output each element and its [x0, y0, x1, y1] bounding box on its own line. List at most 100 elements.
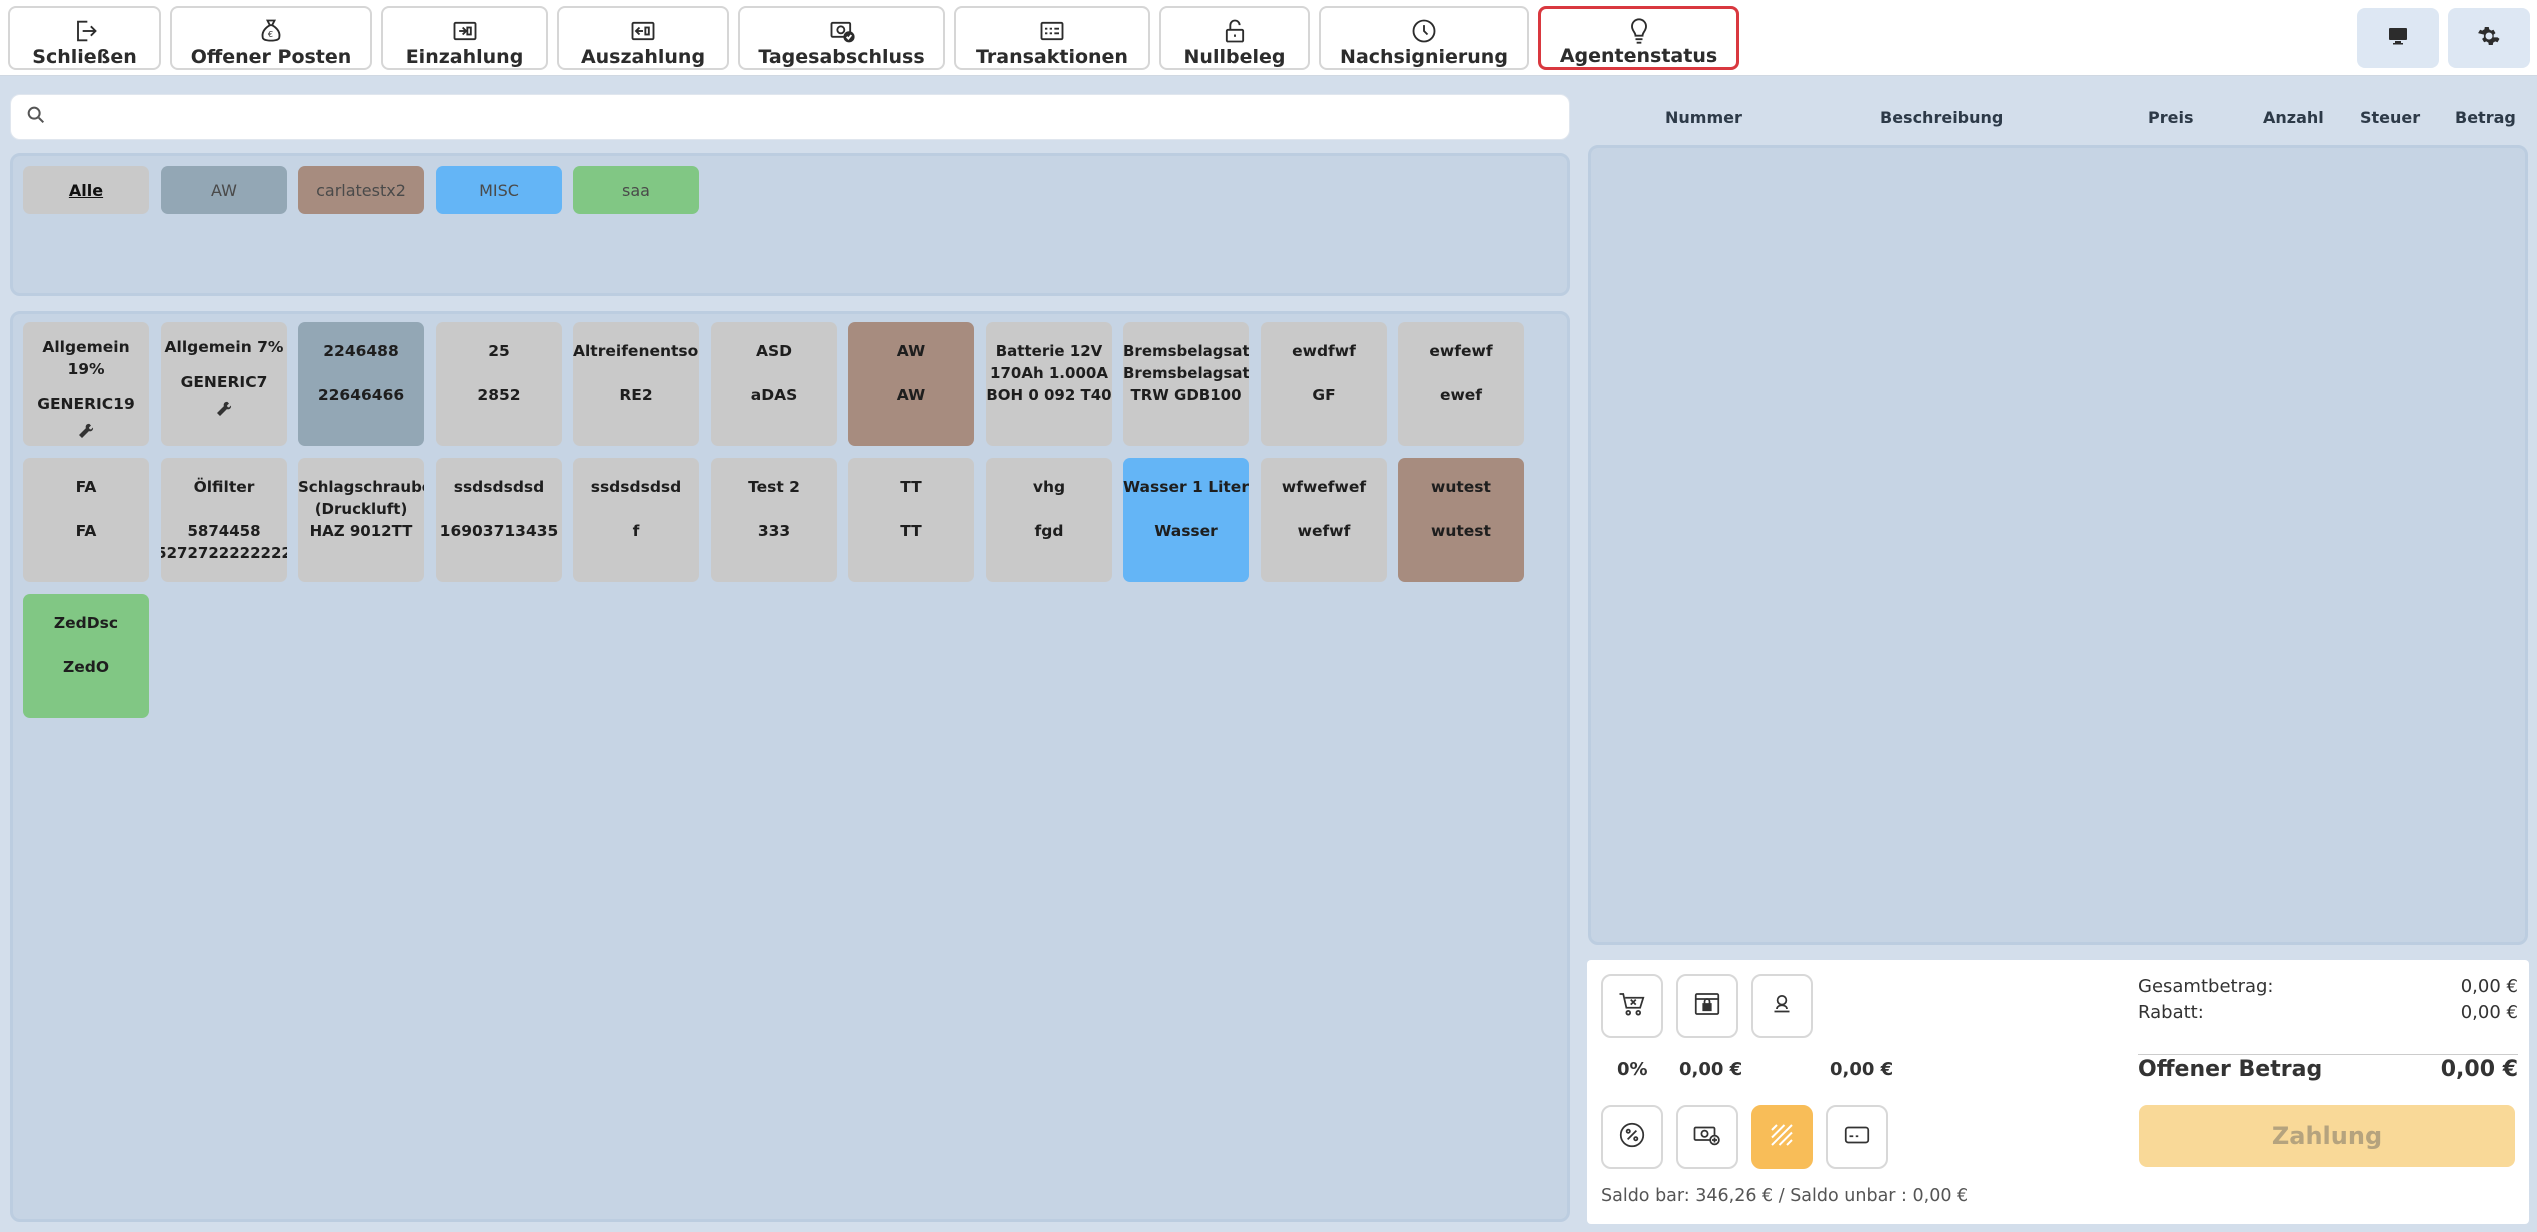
- receipt-item-list: [1588, 145, 2528, 945]
- exit-icon: [70, 16, 100, 46]
- resign-button[interactable]: Nachsignierung: [1319, 6, 1529, 70]
- customer-button[interactable]: [1751, 974, 1813, 1038]
- display-button[interactable]: [2357, 8, 2439, 68]
- product-tile[interactable]: Altreifenentsorg RE2: [573, 322, 699, 446]
- discount-button[interactable]: [1601, 1105, 1663, 1169]
- resign-label: Nachsignierung: [1340, 46, 1508, 68]
- category-carlatestx2[interactable]: carlatestx2: [298, 166, 424, 214]
- wrench-icon: [78, 423, 94, 443]
- discount-label: Rabatt:: [2138, 1002, 2204, 1023]
- open-amount-label: Offener Betrag: [2138, 1057, 2323, 1082]
- column-quantity: Anzahl: [2263, 108, 2324, 127]
- withdrawal-icon: [628, 16, 658, 46]
- category-saa[interactable]: saa: [573, 166, 699, 214]
- product-code: 2852: [477, 386, 521, 404]
- product-code: ewef: [1439, 386, 1483, 404]
- product-name: Bremsbelagsatz Bremsbelagsatz: [1123, 342, 1249, 382]
- total-value: 0,00 €: [2460, 976, 2518, 997]
- product-tile[interactable]: 25 2852: [436, 322, 562, 446]
- settings-button[interactable]: [2448, 8, 2530, 68]
- checkout-panel: Gesamtbetrag: 0,00 € Rabatt: 0,00 € 0% 0…: [1587, 960, 2529, 1224]
- product-tile[interactable]: ASD aDAS: [711, 322, 837, 446]
- cash-button[interactable]: [1676, 1105, 1738, 1169]
- category-misc[interactable]: MISC: [436, 166, 562, 214]
- product-name: FA: [75, 478, 97, 496]
- column-price: Preis: [2148, 108, 2194, 127]
- product-tile[interactable]: Schlagschraube (Druckluft) HAZ 9012TT: [298, 458, 424, 582]
- product-tile[interactable]: AW AW: [848, 322, 974, 446]
- product-tile[interactable]: Allgemein 7% GENERIC7: [161, 322, 287, 446]
- close-button[interactable]: Schließen: [8, 6, 161, 70]
- product-code: GENERIC7: [180, 373, 268, 391]
- product-tile[interactable]: Ölfilter 5874458 5272722222222: [161, 458, 287, 582]
- column-amount: Betrag: [2455, 108, 2516, 127]
- wrench-icon: [216, 401, 232, 421]
- deposit-icon: [450, 16, 480, 46]
- product-tile[interactable]: Test 2 333: [711, 458, 837, 582]
- day-close-icon: [827, 16, 857, 46]
- product-tile[interactable]: Allgemein 19% GENERIC19: [23, 322, 149, 446]
- cart-clear-icon: [1617, 989, 1647, 1023]
- payment-button[interactable]: Zahlung: [2139, 1105, 2515, 1167]
- split-payment-button[interactable]: [1751, 1105, 1813, 1169]
- product-name: ASD: [755, 342, 793, 360]
- card-icon: [1842, 1120, 1872, 1154]
- product-name: Wasser 1 Liter: [1123, 478, 1249, 496]
- product-tile[interactable]: ewfewf ewef: [1398, 322, 1524, 446]
- product-name: 2246488: [323, 342, 399, 360]
- subtotal-amount: 0,00 €: [1830, 1059, 1894, 1080]
- open-items-label: Offener Posten: [190, 46, 352, 68]
- product-name: AW: [896, 342, 926, 360]
- column-description: Beschreibung: [1880, 108, 2004, 127]
- open-items-button[interactable]: € Offener Posten: [170, 6, 372, 70]
- cash-balance: Saldo bar: 346,26 € / Saldo unbar : 0,00…: [1601, 1186, 1969, 1206]
- product-tile[interactable]: wfwefwef wefwf: [1261, 458, 1387, 582]
- deposit-button[interactable]: Einzahlung: [381, 6, 548, 70]
- product-tile[interactable]: wutest wutest: [1398, 458, 1524, 582]
- product-name: 25: [488, 342, 510, 360]
- product-tile[interactable]: vhg fgd: [986, 458, 1112, 582]
- day-close-button[interactable]: Tagesabschluss: [738, 6, 945, 70]
- product-name: wfwefwef: [1281, 478, 1367, 496]
- category-all[interactable]: Alle: [23, 166, 149, 214]
- product-tile[interactable]: 2246488 22646466: [298, 322, 424, 446]
- product-code: aDAS: [750, 386, 798, 404]
- product-tile[interactable]: FA FA: [23, 458, 149, 582]
- product-name: ewfewf: [1429, 342, 1493, 360]
- null-receipt-button[interactable]: Nullbeleg: [1159, 6, 1310, 70]
- transactions-button[interactable]: Transaktionen: [954, 6, 1150, 70]
- product-code: HAZ 9012TT: [309, 522, 413, 540]
- discount-value: 0,00 €: [2460, 1002, 2518, 1023]
- product-code: FA: [75, 522, 97, 540]
- summary-divider: [2138, 1054, 2518, 1055]
- discount-percent: 0%: [1617, 1059, 1648, 1080]
- product-tile[interactable]: ssdsdsdsd 16903713435: [436, 458, 562, 582]
- product-tile[interactable]: ssdsdsdsd f: [573, 458, 699, 582]
- customer-icon: [1767, 989, 1797, 1023]
- park-receipt-button[interactable]: [1676, 974, 1738, 1038]
- clear-cart-button[interactable]: [1601, 974, 1663, 1038]
- product-code: GF: [1312, 386, 1336, 404]
- product-code: f: [632, 522, 640, 540]
- product-tile[interactable]: Batterie 12V 170Ah 1.000A BOH 0 092 T40: [986, 322, 1112, 446]
- agent-status-button[interactable]: Agentenstatus: [1538, 6, 1739, 70]
- card-button[interactable]: [1826, 1105, 1888, 1169]
- agent-status-label: Agentenstatus: [1559, 45, 1718, 67]
- search-input[interactable]: [57, 97, 1569, 137]
- category-aw[interactable]: AW: [161, 166, 287, 214]
- product-tile[interactable]: Wasser 1 Liter Wasser: [1123, 458, 1249, 582]
- product-code: 22646466: [317, 386, 405, 404]
- product-code: fgd: [1034, 522, 1064, 540]
- product-name: Ölfilter: [193, 478, 255, 496]
- product-name: ssdsdsdsd: [590, 478, 682, 496]
- discount-amount: 0,00 €: [1679, 1059, 1743, 1080]
- transactions-icon: [1037, 16, 1067, 46]
- product-tile[interactable]: ewdfwf GF: [1261, 322, 1387, 446]
- product-tile[interactable]: ZedDsc ZedO: [23, 594, 149, 718]
- product-name: ZedDsc: [53, 614, 119, 632]
- product-code: AW: [896, 386, 926, 404]
- product-tile[interactable]: TT TT: [848, 458, 974, 582]
- product-tile[interactable]: Bremsbelagsatz Bremsbelagsatz TRW GDB100: [1123, 322, 1249, 446]
- withdrawal-button[interactable]: Auszahlung: [557, 6, 729, 70]
- product-code: BOH 0 092 T40: [986, 386, 1112, 404]
